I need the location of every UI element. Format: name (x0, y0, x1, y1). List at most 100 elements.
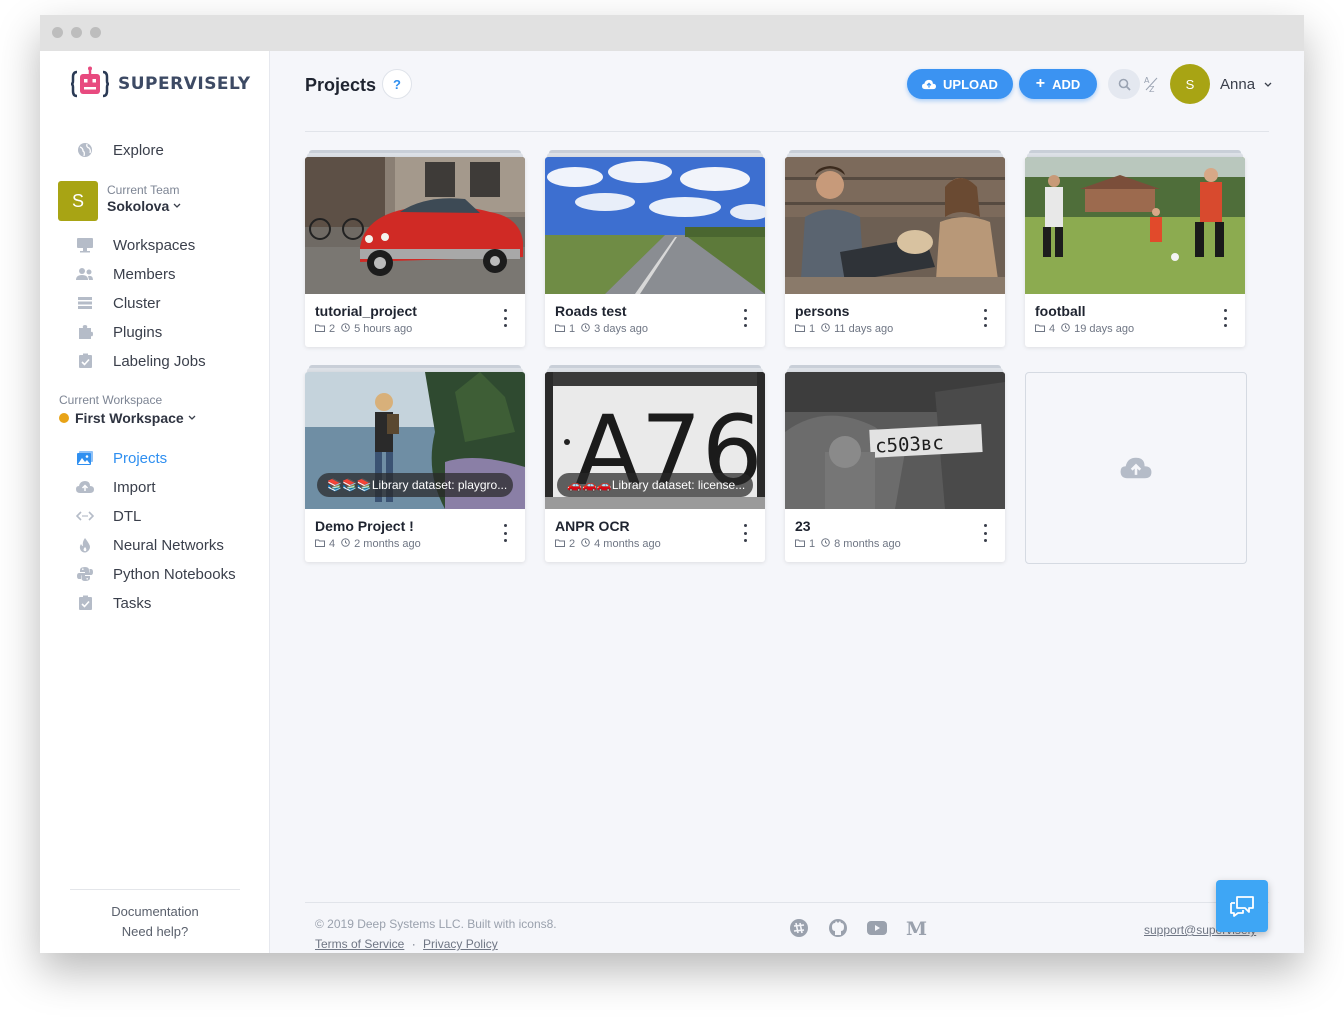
project-thumbnail[interactable]: 📚📚📚Library dataset: playgro... (305, 372, 525, 509)
sort-az-icon[interactable]: AZ (1144, 75, 1160, 94)
sidebar-item-projects[interactable]: Projects (76, 447, 167, 469)
project-card[interactable]: persons 1 11 days ago (785, 150, 1005, 347)
sidebar-item-workspaces[interactable]: Workspaces (76, 234, 195, 256)
chevron-down-icon (188, 415, 196, 421)
project-name[interactable]: Roads test (555, 303, 627, 319)
team-name: Sokolova (107, 198, 170, 214)
dataset-count: 2 (569, 538, 576, 550)
svg-text:A: A (1144, 76, 1150, 85)
project-name[interactable]: Demo Project ! (315, 518, 414, 534)
clock-icon (821, 538, 830, 550)
more-vert-icon[interactable] (735, 524, 755, 542)
svg-text:c503вс: c503вс (875, 432, 945, 458)
team-selector[interactable]: Current Team Sokolova (107, 183, 181, 214)
medium-icon[interactable]: M (905, 917, 927, 939)
project-name[interactable]: persons (795, 303, 849, 319)
project-card[interactable]: 📚📚📚Library dataset: playgro... Demo Proj… (305, 365, 525, 562)
sidebar-item-members[interactable]: Members (76, 263, 176, 285)
sidebar-item-import[interactable]: Import (76, 476, 156, 498)
logo[interactable]: SUPERVISELY (70, 66, 251, 101)
members-icon (76, 265, 94, 283)
window-titlebar (40, 15, 1304, 51)
sidebar-item-cluster[interactable]: Cluster (76, 292, 161, 314)
updated-time: 8 months ago (834, 538, 901, 550)
sidebar-item-label: Projects (113, 449, 168, 467)
project-card[interactable]: A76 🚗🚗🚗Library dataset: license... ANPR … (545, 365, 765, 562)
sidebar-item-dtl[interactable]: DTL (76, 505, 141, 527)
privacy-link[interactable]: Privacy Policy (423, 937, 498, 951)
project-meta: 1 8 months ago (795, 538, 905, 550)
sidebar-item-explore[interactable]: Explore (76, 139, 164, 161)
project-name[interactable]: football (1035, 303, 1086, 319)
card-body: persons 1 11 days ago (785, 157, 1005, 347)
github-icon[interactable] (827, 917, 849, 939)
window-close-dot[interactable] (52, 27, 63, 38)
project-thumbnail[interactable] (785, 157, 1005, 294)
sidebar-item-neural-networks[interactable]: Neural Networks (76, 534, 224, 556)
project-name[interactable]: tutorial_project (315, 303, 417, 319)
code-icon (76, 507, 94, 525)
documentation-link[interactable]: Documentation (70, 902, 240, 922)
more-vert-icon[interactable] (735, 309, 755, 327)
header-divider (305, 131, 1269, 132)
more-vert-icon[interactable] (495, 309, 515, 327)
project-thumbnail[interactable]: c503вс (785, 372, 1005, 509)
folder-icon (555, 323, 565, 335)
footer-separator: · (411, 937, 416, 951)
sidebar-item-label: Python Notebooks (113, 565, 236, 583)
upload-project-card[interactable] (1025, 372, 1247, 564)
terms-link[interactable]: Terms of Service (315, 937, 404, 951)
sidebar-item-labeling-jobs[interactable]: Labeling Jobs (76, 350, 206, 372)
project-thumbnail[interactable] (1025, 157, 1245, 294)
window-maximize-dot[interactable] (90, 27, 101, 38)
search-icon (1118, 78, 1131, 91)
folder-icon (795, 323, 805, 335)
sidebar-item-plugins[interactable]: Plugins (76, 321, 162, 343)
updated-time: 19 days ago (1074, 323, 1135, 335)
project-thumbnail[interactable] (305, 157, 525, 294)
team-avatar[interactable]: S (58, 181, 98, 221)
project-card[interactable]: Roads test 1 3 days ago (545, 150, 765, 347)
window-minimize-dot[interactable] (71, 27, 82, 38)
project-meta: 2 5 hours ago (315, 323, 416, 335)
images-icon (76, 449, 94, 467)
project-card[interactable]: football 4 19 days ago (1025, 150, 1245, 347)
project-name[interactable]: 23 (795, 518, 811, 534)
chat-icon (1228, 894, 1256, 918)
workspace-selector[interactable]: Current Workspace First Workspace (59, 393, 196, 426)
search-button[interactable] (1108, 69, 1140, 99)
user-menu[interactable]: Anna (1220, 76, 1272, 93)
sidebar-item-label: Plugins (113, 323, 163, 341)
more-vert-icon[interactable] (975, 309, 995, 327)
youtube-icon[interactable] (866, 917, 888, 939)
add-button[interactable]: + ADD (1019, 69, 1097, 99)
slack-icon[interactable] (788, 917, 810, 939)
monitor-icon (76, 236, 94, 254)
team-caption: Current Team (107, 183, 180, 197)
project-card[interactable]: tutorial_project 2 5 hours ago (305, 150, 525, 347)
copyright-text: © 2019 Deep Systems LLC. Built with icon… (315, 917, 557, 931)
library-dataset-badge: 🚗🚗🚗Library dataset: license... (557, 473, 753, 497)
dataset-count: 4 (329, 538, 336, 550)
help-link[interactable]: Need help? (70, 922, 240, 942)
sidebar-item-python-notebooks[interactable]: Python Notebooks (76, 563, 236, 585)
more-vert-icon[interactable] (1215, 309, 1235, 327)
project-thumbnail[interactable]: A76 🚗🚗🚗Library dataset: license... (545, 372, 765, 509)
cloud-upload-icon (922, 79, 937, 90)
more-vert-icon[interactable] (495, 524, 515, 542)
user-name: Anna (1220, 76, 1256, 93)
project-card[interactable]: c503вс 23 1 8 months ago (785, 365, 1005, 562)
checkbox-icon (76, 352, 94, 370)
card-body: c503вс 23 1 8 months ago (785, 372, 1005, 562)
upload-button[interactable]: UPLOAD (907, 69, 1013, 99)
project-thumbnail[interactable] (545, 157, 765, 294)
updated-time: 4 months ago (594, 538, 661, 550)
more-vert-icon[interactable] (975, 524, 995, 542)
project-name[interactable]: ANPR OCR (555, 518, 630, 534)
chat-button[interactable] (1216, 880, 1268, 932)
help-button[interactable]: ? (382, 69, 412, 99)
user-avatar[interactable]: S (1170, 64, 1210, 104)
clock-icon (581, 538, 590, 550)
svg-text:M: M (906, 919, 927, 937)
sidebar-item-tasks[interactable]: Tasks (76, 592, 151, 614)
